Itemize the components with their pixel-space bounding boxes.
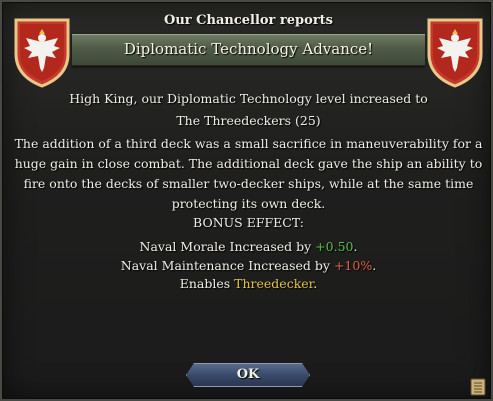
effect-value: Threedecker	[234, 276, 314, 291]
effect-line: Naval Morale Increased by +0.50.	[10, 239, 487, 254]
dialog-title: Diplomatic Technology Advance!	[123, 40, 374, 58]
event-dialog: Our Chancellor reports Diplomatic Techno…	[0, 0, 493, 401]
dialog-caption: Our Chancellor reports	[164, 13, 333, 28]
intro-text: High King, our Diplomatic Technology lev…	[69, 91, 428, 106]
effect-line: Enables Threedecker.	[10, 276, 487, 291]
effect-line: Naval Maintenance Increased by +10%.	[10, 258, 487, 273]
effect-label: Enables	[179, 276, 235, 291]
effect-suffix: .	[353, 239, 358, 254]
effect-label: Naval Maintenance Increased by	[120, 258, 334, 273]
effect-value: +0.50	[315, 239, 354, 254]
effect-label: Naval Morale Increased by	[139, 239, 316, 254]
white-eagle-shield-icon	[427, 18, 483, 88]
effect-suffix: .	[313, 276, 318, 291]
bonus-header: BONUS EFFECT:	[193, 215, 304, 230]
effect-value: +10%	[333, 258, 373, 273]
ledger-icon[interactable]	[470, 378, 486, 396]
tech-name: The Threedeckers (25)	[176, 113, 321, 128]
white-eagle-shield-icon	[14, 18, 70, 88]
ok-button[interactable]	[186, 363, 310, 387]
effect-suffix: .	[372, 258, 377, 273]
tech-description: The addition of a third deck was a small…	[14, 136, 483, 211]
